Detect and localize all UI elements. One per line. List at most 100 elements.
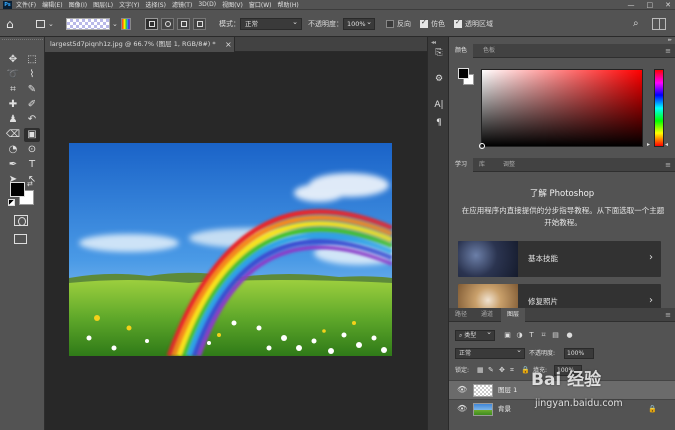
layer-row[interactable]: 👁 图层 1 (449, 380, 675, 399)
radial-gradient-button[interactable] (161, 18, 174, 30)
pixel-filter-icon[interactable]: ▣ (503, 330, 512, 340)
layer-name[interactable]: 图层 1 (498, 381, 517, 400)
type-filter-icon[interactable]: T (527, 330, 536, 340)
menu-select[interactable]: 选择(S) (145, 0, 166, 9)
eyedropper-tool[interactable]: ✎ (24, 83, 40, 97)
tab-channels[interactable]: 通道 (475, 308, 499, 322)
tab-libraries[interactable]: 库 (473, 158, 491, 172)
document-canvas[interactable] (69, 143, 392, 356)
eraser-tool[interactable]: ⌫ (5, 128, 21, 142)
reflected-gradient-button[interactable] (193, 18, 206, 30)
toolbox-handle[interactable] (2, 39, 43, 42)
menu-edit[interactable]: 编辑(E) (42, 0, 62, 9)
direct-select-tool[interactable]: ↖ (24, 173, 40, 187)
history-brush-tool[interactable]: ↶ (24, 113, 40, 127)
color-picker-cursor[interactable] (479, 143, 485, 149)
angle-gradient-button[interactable] (177, 18, 190, 30)
dodge-tool[interactable]: ⊙ (24, 143, 40, 157)
linear-gradient-button[interactable] (145, 18, 158, 30)
gradient-preview[interactable] (66, 18, 110, 30)
hue-slider[interactable] (654, 69, 664, 147)
dither-checkbox[interactable] (420, 18, 428, 28)
canvas-area[interactable] (45, 52, 427, 430)
collapse-icon[interactable]: ▸▸ (668, 37, 672, 43)
history-icon[interactable]: ⎘ (433, 47, 445, 59)
tab-paths[interactable]: 路径 (449, 308, 473, 322)
blend-mode-select[interactable]: 正常 (455, 346, 525, 359)
stamp-tool[interactable]: ♟ (5, 113, 21, 127)
foreground-color-swatch[interactable] (458, 68, 469, 79)
character-icon[interactable]: A| (433, 99, 445, 111)
menu-help[interactable]: 帮助(H) (278, 0, 299, 9)
tab-adjustments[interactable]: 调整 (497, 158, 521, 172)
reverse-checkbox[interactable] (386, 20, 394, 28)
tab-layers[interactable]: 图层 (501, 308, 526, 322)
document-tab[interactable]: largest5d7piqnh1z.jpg @ 66.7% (图层 1, RGB… (45, 37, 235, 52)
smart-object-filter-icon[interactable]: ▤ (551, 330, 560, 340)
close-tab-icon[interactable]: × (225, 37, 232, 52)
layer-name[interactable]: 背景 (498, 400, 511, 419)
home-icon[interactable]: ⌂ (6, 17, 22, 31)
shape-filter-icon[interactable]: ⌑ (539, 330, 548, 340)
healing-tool[interactable]: ✚ (5, 98, 21, 112)
layer-filter-select[interactable]: ⌕ 类型 (455, 328, 495, 341)
layer-opacity-field[interactable]: 100% (564, 348, 594, 359)
panel-menu-icon[interactable]: ≡ (665, 308, 671, 322)
crop-tool[interactable]: ⌗ (5, 83, 21, 97)
screen-mode-icon[interactable] (14, 234, 27, 244)
fill-field[interactable]: 100% (554, 365, 582, 376)
lock-pixels-icon[interactable]: ✎ (488, 365, 494, 376)
blur-tool[interactable]: ◔ (5, 143, 21, 157)
filter-toggle-icon[interactable]: ● (565, 330, 574, 340)
tab-learn[interactable]: 学习 (449, 158, 474, 172)
minimize-button[interactable]: — (628, 1, 635, 9)
workspace-icon[interactable] (652, 18, 666, 30)
menu-window[interactable]: 窗口(W) (249, 0, 272, 9)
pen-tool[interactable]: ✒ (5, 158, 21, 172)
menu-view[interactable]: 视图(V) (222, 0, 243, 9)
default-colors-icon[interactable] (8, 199, 15, 206)
adjust-icon[interactable]: ⚙ (433, 73, 445, 85)
mode-select[interactable]: 正常 (240, 17, 302, 30)
search-icon[interactable]: ⌕ (633, 17, 639, 31)
quick-mask-icon[interactable] (14, 215, 28, 226)
paragraph-icon[interactable]: ¶ (433, 117, 445, 129)
diamond-gradient-button[interactable] (209, 18, 217, 30)
lock-artboard-icon[interactable]: ⌗ (510, 365, 514, 376)
maximize-button[interactable]: □ (647, 1, 654, 9)
learn-card-basic-skills[interactable]: 基本技能 › (458, 241, 661, 277)
chevron-down-icon[interactable]: ⌄ (112, 17, 118, 31)
close-window-button[interactable]: ✕ (665, 1, 671, 9)
lasso-tool[interactable]: ➰ (5, 68, 21, 82)
eye-icon[interactable]: 👁 (457, 403, 467, 415)
tool-preset-picker[interactable]: ⌄ (34, 17, 56, 31)
lock-position-icon[interactable]: ✥ (499, 365, 505, 376)
adjustment-filter-icon[interactable]: ◑ (515, 330, 524, 340)
transparency-checkbox[interactable] (454, 18, 462, 28)
menu-filter[interactable]: 滤镜(T) (172, 0, 192, 9)
gradient-tool[interactable]: ▣ (24, 128, 40, 142)
quick-select-tool[interactable]: ⌇ (24, 68, 40, 82)
menu-image[interactable]: 图像(I) (69, 0, 87, 9)
tab-swatches[interactable]: 色板 (477, 44, 501, 58)
lock-all-icon[interactable]: 🔒 (521, 365, 530, 376)
panel-menu-icon[interactable]: ≡ (665, 158, 671, 172)
tab-color[interactable]: 颜色 (449, 44, 474, 58)
saturation-value-field[interactable] (479, 69, 643, 149)
menu-layer[interactable]: 图层(L) (93, 0, 113, 9)
gradient-editor-button[interactable] (121, 18, 131, 30)
foreground-color-swatch[interactable] (10, 182, 25, 197)
menu-3d[interactable]: 3D(D) (198, 1, 216, 8)
brush-tool[interactable]: ✐ (24, 98, 40, 112)
marquee-tool[interactable]: ⬚ (24, 53, 40, 67)
panel-menu-icon[interactable]: ≡ (665, 44, 671, 58)
menu-file[interactable]: 文件(F) (16, 0, 36, 9)
layer-row[interactable]: 👁 背景 🔒 (449, 399, 675, 418)
move-tool[interactable]: ✥ (5, 53, 21, 67)
type-tool[interactable]: T (24, 158, 40, 172)
menu-type[interactable]: 文字(Y) (119, 0, 139, 9)
lock-transparent-icon[interactable]: ▦ (477, 365, 484, 376)
eye-icon[interactable]: 👁 (457, 384, 467, 396)
opacity-field[interactable]: 100% (343, 17, 375, 30)
collapse-icon[interactable]: ◂◂ (431, 39, 436, 46)
